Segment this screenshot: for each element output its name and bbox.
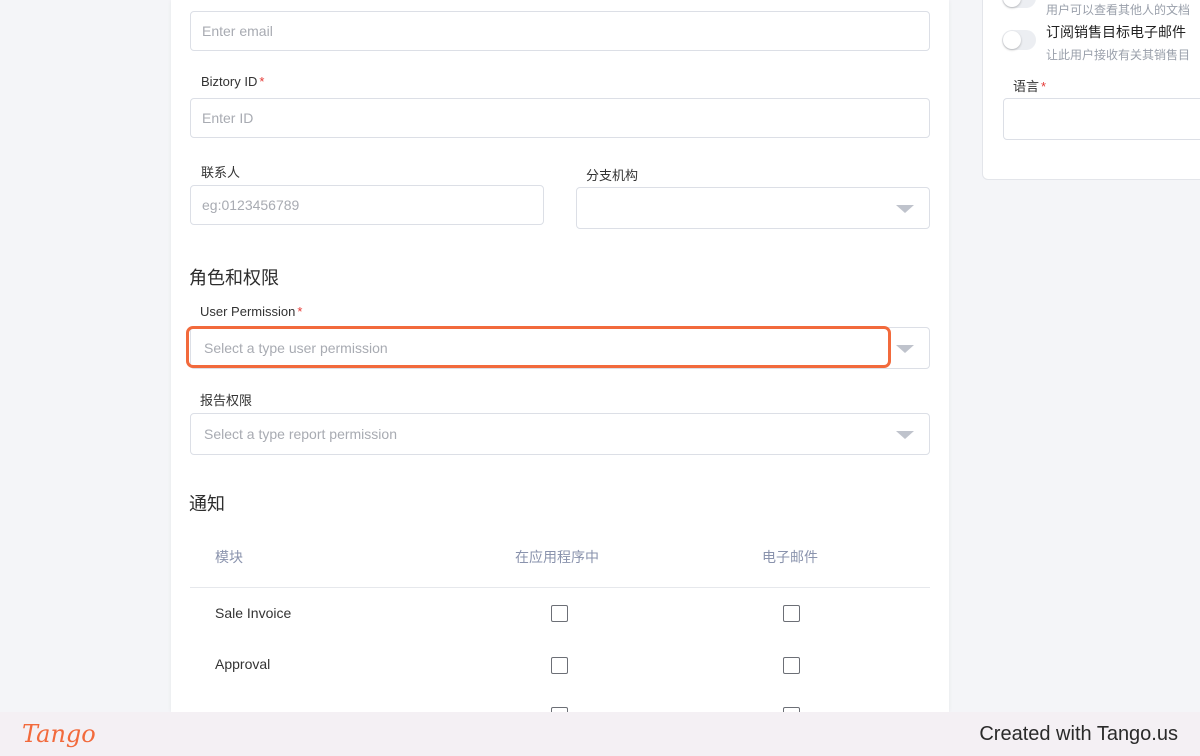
contact-label: 联系人 bbox=[201, 165, 241, 180]
view-others-docs-subtitle: 用户可以查看其他人的文档 bbox=[1046, 3, 1191, 17]
column-in-app: 在应用程序中 bbox=[515, 549, 599, 565]
language-select[interactable] bbox=[1003, 98, 1200, 140]
biztory-id-placeholder: Enter ID bbox=[202, 110, 254, 126]
sales-target-email-subtitle: 让此用户接收有关其销售目 bbox=[1046, 48, 1191, 62]
roles-section-title: 角色和权限 bbox=[189, 268, 279, 288]
required-mark: * bbox=[259, 74, 265, 89]
language-label-text: 语言 bbox=[1013, 79, 1040, 94]
user-permission-select[interactable]: Select a type user permission bbox=[190, 327, 930, 369]
table-row-module: Sale Invoice bbox=[215, 605, 292, 621]
tango-footer: Tango Created with Tango.us bbox=[0, 712, 1200, 756]
biztory-id-label-text: Biztory ID bbox=[201, 74, 258, 89]
email-checkbox[interactable] bbox=[783, 657, 800, 674]
user-permission-label-text: User Permission bbox=[200, 304, 296, 319]
biztory-id-input[interactable]: Enter ID bbox=[190, 98, 930, 138]
toggle-knob bbox=[1003, 31, 1021, 49]
email-checkbox[interactable] bbox=[783, 605, 800, 622]
biztory-id-label: Biztory ID * bbox=[201, 74, 264, 89]
notifications-title: 通知 bbox=[189, 494, 225, 514]
chevron-down-icon bbox=[896, 345, 914, 353]
required-mark: * bbox=[1041, 79, 1047, 94]
user-permission-label: User Permission * bbox=[200, 304, 302, 319]
chevron-down-icon bbox=[896, 205, 914, 213]
contact-input[interactable]: eg:0123456789 bbox=[190, 185, 544, 225]
email-input[interactable]: Enter email bbox=[190, 11, 930, 51]
branch-label: 分支机构 bbox=[586, 168, 639, 183]
table-divider bbox=[190, 587, 930, 588]
user-form-card: Enter email Biztory ID * Enter ID 联系人 eg:… bbox=[171, 0, 949, 712]
user-permission-placeholder: Select a type user permission bbox=[204, 340, 388, 356]
created-with-tango[interactable]: Created with Tango.us bbox=[979, 723, 1178, 746]
settings-side-card: 用户可以查看其他人的文档 订阅销售目标电子邮件 让此用户接收有关其销售目 语言 * bbox=[982, 0, 1200, 180]
sales-target-email-toggle[interactable] bbox=[1002, 30, 1036, 50]
column-email: 电子邮件 bbox=[762, 549, 818, 565]
report-permission-select[interactable]: Select a type report permission bbox=[190, 413, 930, 455]
toggle-knob bbox=[1003, 0, 1021, 7]
in-app-checkbox[interactable] bbox=[551, 605, 568, 622]
required-mark: * bbox=[297, 304, 303, 319]
column-module: 模块 bbox=[215, 549, 243, 565]
language-label: 语言 * bbox=[1013, 76, 1046, 95]
report-permission-placeholder: Select a type report permission bbox=[204, 426, 397, 442]
email-placeholder: Enter email bbox=[202, 23, 273, 39]
contact-placeholder: eg:0123456789 bbox=[202, 197, 300, 213]
report-permission-label: 报告权限 bbox=[200, 393, 253, 408]
in-app-checkbox[interactable] bbox=[551, 657, 568, 674]
sales-target-email-title: 订阅销售目标电子邮件 bbox=[1046, 24, 1186, 40]
branch-select[interactable] bbox=[576, 187, 930, 229]
chevron-down-icon bbox=[896, 431, 914, 439]
table-row-module: Approval bbox=[215, 656, 271, 672]
view-others-docs-toggle[interactable] bbox=[1002, 0, 1036, 8]
tango-logo[interactable]: Tango bbox=[22, 720, 96, 748]
